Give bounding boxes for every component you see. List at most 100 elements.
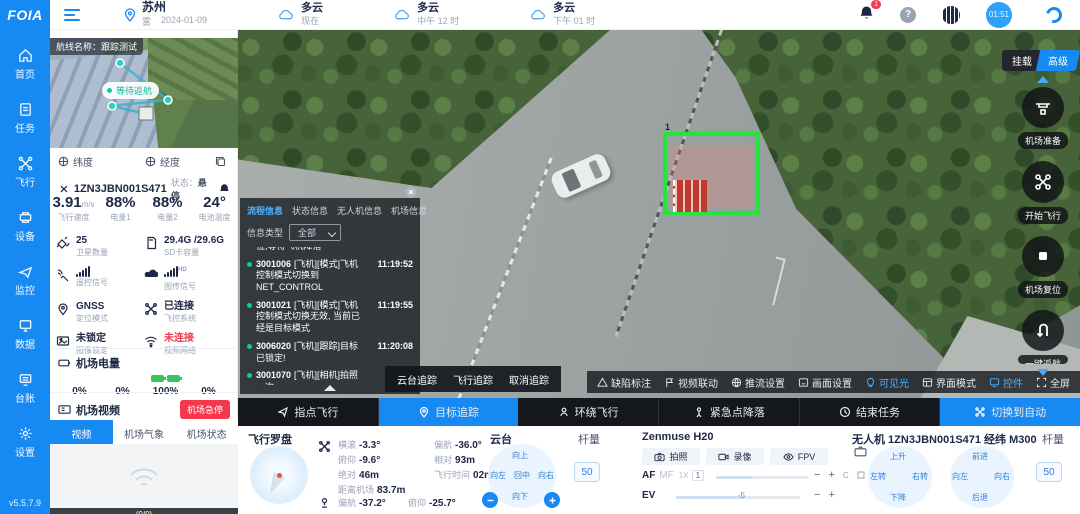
zoom-value[interactable]: 1 [692, 470, 704, 481]
cancel-track-button[interactable]: 取消追踪 [509, 372, 549, 387]
gimbal-right-button[interactable]: 向右 [538, 470, 554, 481]
mf-label[interactable]: MF [659, 470, 673, 481]
gimbal-zoom-in-button[interactable] [544, 492, 560, 508]
help-button[interactable]: ? [900, 7, 916, 23]
tab-dock-weather[interactable]: 机场气象 [113, 420, 176, 447]
ev-controls: − + [814, 489, 835, 501]
move-right-button[interactable]: 向右 [994, 471, 1010, 482]
tab-video[interactable]: 视频 [50, 420, 113, 447]
photo-button[interactable]: 拍照 [642, 448, 700, 465]
log-filter-dropdown[interactable]: 全部 [289, 224, 341, 241]
drone-stats-icon [318, 440, 331, 453]
log-tab-status[interactable]: 状态信息 [292, 204, 328, 217]
widgets-button[interactable]: 控件 [989, 375, 1023, 390]
sidebar-item-ledger[interactable]: 台账 [15, 372, 35, 405]
gimbal-up-button[interactable]: 向上 [512, 450, 528, 461]
gimbal-stats-icon [318, 496, 331, 509]
tab-target-tracking[interactable]: 目标追踪 [379, 398, 519, 426]
visible-light-button[interactable]: 可见光 [865, 375, 909, 390]
start-flight-button[interactable] [1022, 161, 1064, 202]
flight-track-button[interactable]: 飞行追踪 [453, 372, 493, 387]
flight-compass [250, 446, 308, 504]
ledger-icon [18, 372, 33, 387]
backward-button[interactable]: 后退 [972, 492, 988, 503]
log-entry: 3001021[飞机][模式]飞机控制模式切换无效, 当前已经是目标模式 11:… [247, 300, 413, 335]
route-map-thumbnail[interactable]: 航线名称：跟踪测试 等待返航 [50, 38, 238, 148]
log-tab-drone[interactable]: 无人机信息 [337, 204, 382, 217]
tab-switch-auto[interactable]: 切换到自动 [940, 398, 1080, 426]
toggle-advanced[interactable]: 高级 [1036, 50, 1080, 71]
display-settings-button[interactable]: 画面设置 [798, 375, 852, 390]
gimbal-title: 云台 [490, 431, 512, 447]
stick-value-right[interactable]: 50 [1036, 462, 1062, 482]
menu-icon[interactable] [64, 9, 80, 21]
ev-plus-button[interactable]: + [828, 489, 834, 501]
sidebar-item-label: 数据 [15, 336, 35, 351]
descend-button[interactable]: 下降 [890, 492, 906, 503]
stream-settings-button[interactable]: 推流设置 [731, 375, 785, 390]
dock-estop-button[interactable]: 机场急停 [180, 400, 230, 419]
gimbal-down-button[interactable]: 向下 [512, 491, 528, 502]
move-left-button[interactable]: 向左 [952, 471, 968, 482]
tracking-box[interactable]: 1 [663, 132, 760, 215]
globe-icon[interactable] [942, 6, 960, 24]
log-tab-process[interactable]: 流程信息 [247, 204, 283, 217]
stat-pitch: 俯仰-9.6° [338, 453, 380, 466]
tab-orbit-flight[interactable]: 环绕飞行 [518, 398, 659, 426]
gimbal-left-button[interactable]: 向左 [490, 470, 506, 481]
rail-scroll-down[interactable] [1037, 369, 1049, 376]
focus-c-button[interactable]: C [843, 471, 849, 480]
dock-reset-button[interactable] [1022, 236, 1064, 277]
gimbal-track-button[interactable]: 云台追踪 [397, 372, 437, 387]
transmission-icon [144, 268, 158, 282]
tab-point-flight[interactable]: 指点飞行 [238, 398, 379, 426]
defect-annotate-button[interactable]: 缺陷标注 [597, 375, 651, 390]
sidebar-item-settings[interactable]: 设置 [15, 426, 35, 459]
video-linkage-button[interactable]: 视频联动 [664, 375, 718, 390]
avatar-timer[interactable]: 01:51 [986, 2, 1012, 28]
end-task-icon [839, 406, 851, 418]
record-button[interactable]: 录像 [706, 448, 764, 465]
monitor-icon [18, 264, 33, 279]
sidebar-item-data[interactable]: 数据 [15, 318, 35, 351]
af-label[interactable]: AF [642, 470, 655, 481]
ev-minus-button[interactable]: − [814, 489, 820, 501]
close-icon[interactable] [405, 186, 417, 198]
forward-button[interactable]: 前进 [972, 451, 988, 462]
focus-frame-icon[interactable] [857, 471, 865, 479]
gimbal-zoom-out-button[interactable] [482, 492, 498, 508]
ev-slider[interactable]: -5 [676, 496, 800, 499]
return-home-button[interactable] [1022, 310, 1064, 351]
sidebar-item-home[interactable]: 首页 [15, 48, 35, 81]
tab-emergency-landing[interactable]: 紧急点降落 [659, 398, 800, 426]
gimbal-center-button[interactable]: 回中 [514, 470, 530, 481]
sidebar-item-monitor[interactable]: 监控 [15, 264, 35, 297]
copy-icon[interactable] [215, 156, 226, 167]
ascend-button[interactable]: 上升 [890, 451, 906, 462]
rail-scroll-up[interactable] [1037, 76, 1049, 83]
stick-value-left[interactable]: 50 [574, 462, 600, 482]
notifications-button[interactable]: 1 [859, 5, 874, 24]
fpv-button[interactable]: FPV [770, 448, 828, 465]
turn-right-button[interactable]: 右转 [912, 471, 928, 482]
fullscreen-button[interactable]: 全屏 [1036, 375, 1070, 390]
focus-plus-button[interactable]: + [828, 469, 834, 481]
dock-prepare-button[interactable] [1022, 87, 1064, 128]
focus-slider[interactable] [716, 476, 808, 479]
sidebar-item-tasks[interactable]: 任务 [15, 102, 35, 135]
interface-mode-button[interactable]: 界面模式 [922, 375, 976, 390]
video-feed[interactable]: 1 挂载 高级 机场准备 开始飞行 机场复位 一键返航 [238, 30, 1080, 426]
turn-left-button[interactable]: 左转 [870, 471, 886, 482]
sidebar-item-flight[interactable]: 飞行 [15, 156, 35, 189]
log-collapse-arrow[interactable] [324, 385, 336, 391]
log-tab-dock[interactable]: 机场信息 [391, 204, 427, 217]
weather-now-label: 雾 [142, 15, 151, 28]
sidebar-item-devices[interactable]: 设备 [15, 210, 35, 243]
longitude-label: 经度 [160, 154, 180, 169]
focus-minus-button[interactable]: − [814, 469, 820, 481]
target-pin-icon [418, 406, 430, 418]
tab-end-task[interactable]: 结束任务 [800, 398, 941, 426]
tab-dock-status[interactable]: 机场状态 [175, 420, 238, 447]
logout-icon[interactable] [1043, 4, 1065, 26]
capture-small-icon[interactable] [854, 446, 867, 457]
